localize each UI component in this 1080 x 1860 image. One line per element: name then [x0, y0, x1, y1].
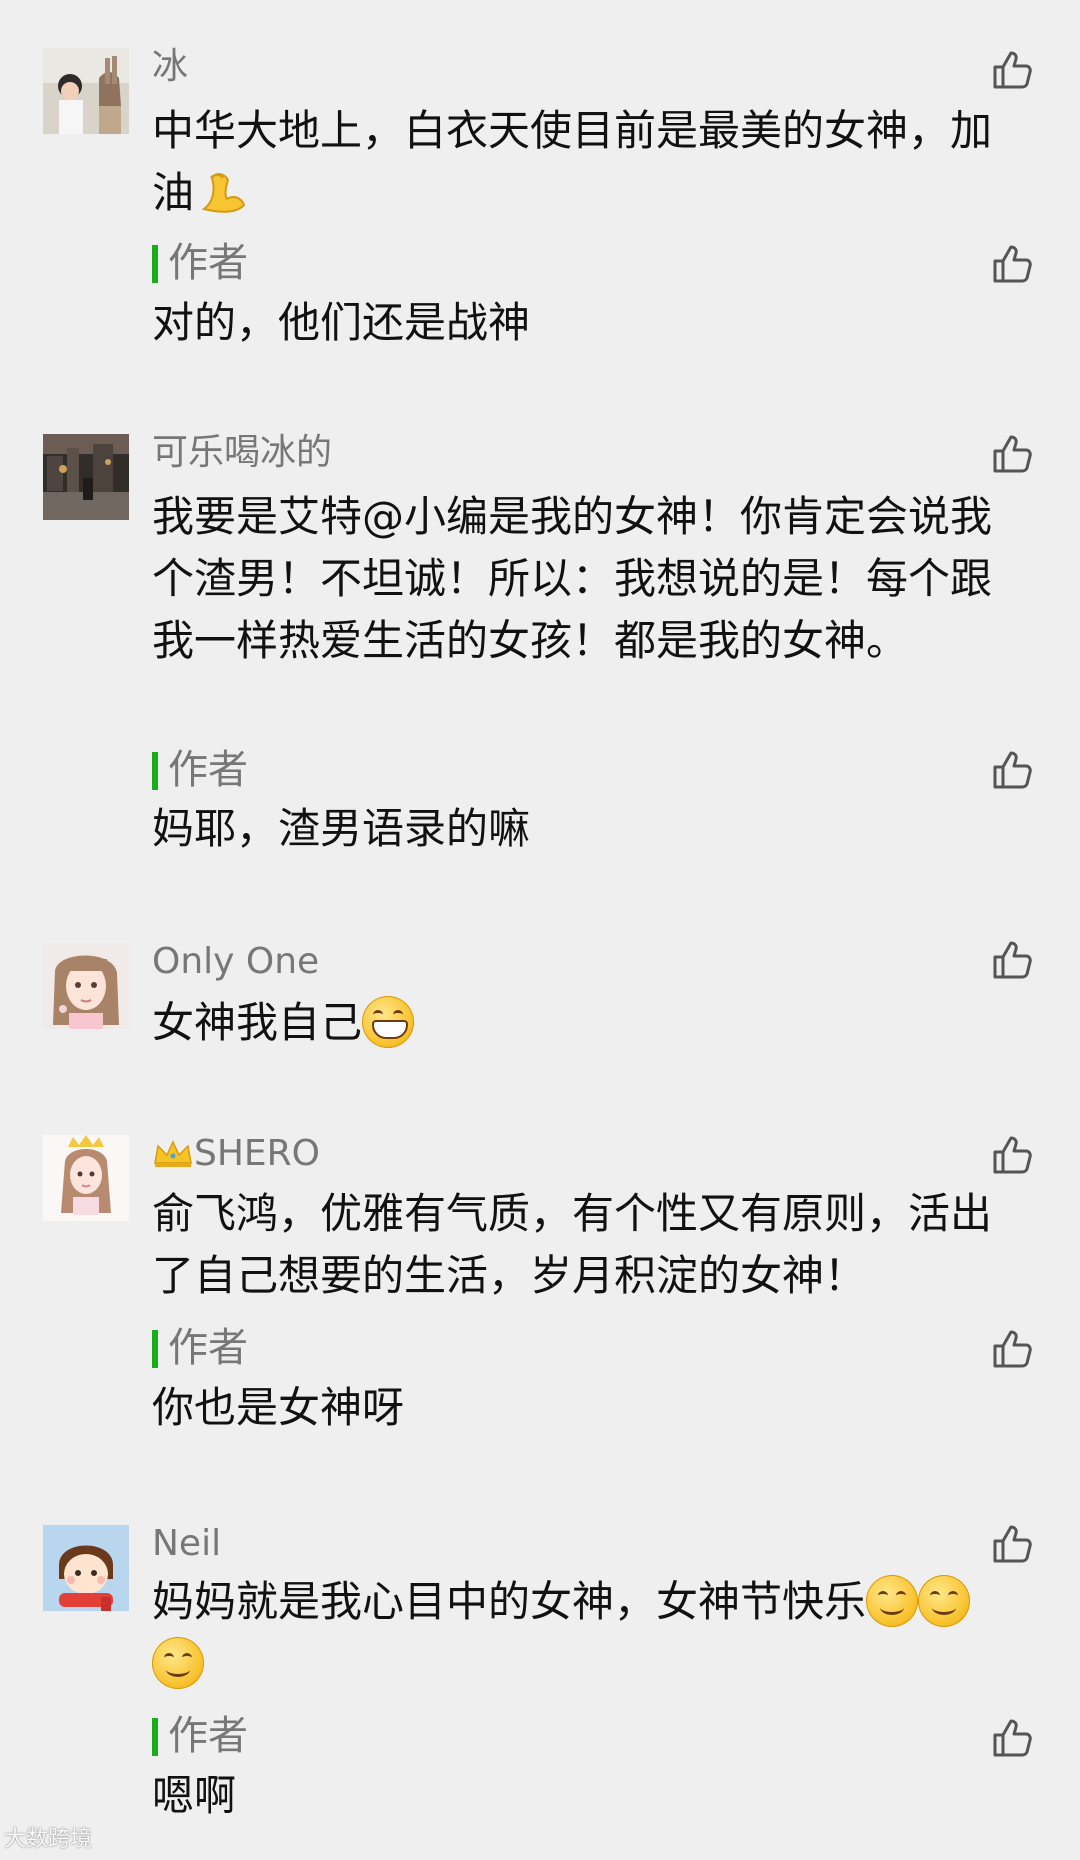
author-reply-label: 作者: [168, 747, 248, 793]
avatar[interactable]: [43, 434, 129, 520]
commenter-name: Neil: [152, 1523, 222, 1564]
thumbs-up-icon[interactable]: [990, 1133, 1034, 1177]
thumbs-up-icon[interactable]: [990, 432, 1034, 476]
commenter-name: 冰: [152, 46, 189, 87]
watermark: 大数跨境: [4, 1827, 93, 1852]
thumbs-up-icon[interactable]: [990, 48, 1034, 92]
comment-text: 中华大地上，白衣天使目前是最美的女神，加油: [152, 100, 1002, 224]
comment-text: 妈妈就是我心目中的女神，女神节快乐: [152, 1571, 1002, 1695]
thumbs-up-icon[interactable]: [990, 938, 1034, 982]
avatar[interactable]: [43, 943, 129, 1029]
comment-text: 女神我自己: [152, 992, 1002, 1054]
author-reply-bar: [152, 245, 158, 283]
avatar[interactable]: [43, 1525, 129, 1611]
avatar[interactable]: [43, 48, 129, 134]
commenter-name: Only One: [152, 941, 320, 982]
thumbs-up-icon[interactable]: [990, 748, 1034, 792]
author-reply-text: 嗯啊: [152, 1771, 237, 1820]
thumbs-up-icon[interactable]: [990, 1522, 1034, 1566]
author-reply-text: 妈耶，渣男语录的嘛: [152, 804, 531, 853]
comment-text-body: 中华大地上，白衣天使目前是最美的女神，加油: [152, 106, 993, 217]
author-reply-bar: [152, 1718, 158, 1756]
author-reply-bar: [152, 1330, 158, 1368]
author-reply-label: 作者: [168, 1713, 248, 1759]
crown-icon: [154, 1140, 192, 1167]
comment-text-body: 妈妈就是我心目中的女神，女神节快乐: [152, 1577, 867, 1626]
commenter-name: SHERO: [152, 1131, 320, 1177]
thumbs-up-icon[interactable]: [990, 1327, 1034, 1371]
author-reply-label: 作者: [168, 1325, 248, 1371]
author-reply-text: 你也是女神呀: [152, 1383, 405, 1432]
thumbs-up-icon[interactable]: [990, 1716, 1034, 1760]
commenter-name-text: SHERO: [194, 1133, 321, 1174]
smiling-face-emoji: [152, 1636, 204, 1689]
smiling-face-emoji: [866, 1574, 919, 1627]
author-reply-text: 对的，他们还是战神: [152, 298, 531, 347]
comment-text: 我要是艾特@小编是我的女神！你肯定会说我个渣男！不坦诚！所以：我想说的是！每个跟…: [152, 492, 993, 665]
commenter-name: 可乐喝冰的: [152, 432, 333, 473]
flexed-biceps-emoji: [194, 164, 250, 220]
comment-text-body: 女神我自己: [152, 998, 363, 1047]
author-reply-bar: [152, 752, 158, 790]
comment-text: 俞飞鸿，优雅有气质，有个性又有原则，活出了自己想要的生活，岁月积淀的女神！: [152, 1189, 993, 1300]
grinning-face-emoji: [362, 995, 415, 1048]
thumbs-up-icon[interactable]: [990, 242, 1034, 286]
avatar[interactable]: [43, 1135, 129, 1221]
smiling-face-emoji: [918, 1574, 971, 1627]
author-reply-label: 作者: [168, 240, 248, 286]
